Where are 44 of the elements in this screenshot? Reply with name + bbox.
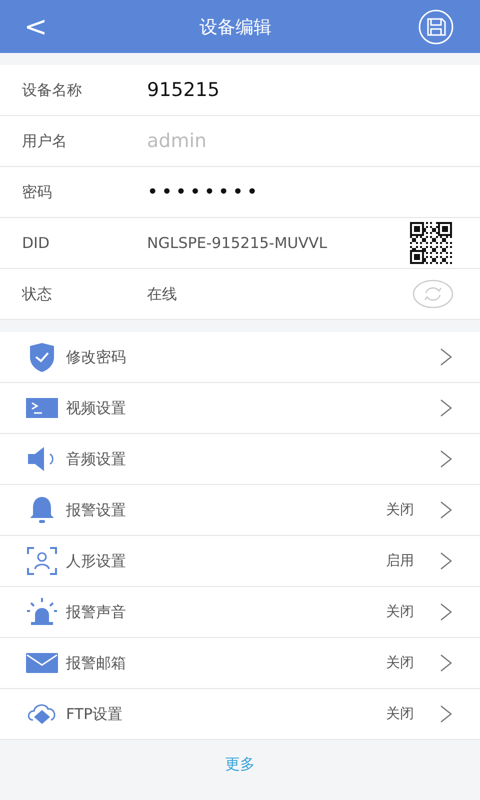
field-label: 用户名 [22,132,68,150]
device-id: NGLSPE-915215-MUVVL [147,234,328,252]
item-label: 报警邮箱 [66,654,127,672]
chevron-icon [440,399,452,417]
text-field[interactable]: 915215 [147,79,458,101]
chevron-icon [440,603,452,621]
item-status: 关闭 [386,654,414,672]
text-field[interactable]: admin [147,130,458,152]
item-label: 修改密码 [66,348,127,366]
settings-item[interactable]: FTP设置 关闭 [0,689,480,740]
chevron-icon [440,501,452,519]
item-label: FTP设置 [66,704,124,724]
item-status: 关闭 [386,705,414,723]
settings-item[interactable]: 报警设置 关闭 [0,485,480,536]
chevron-icon [440,552,452,570]
settings-item[interactable]: 修改密码 [0,332,480,383]
chevron-icon [440,348,452,366]
page-title: 设备编辑 [200,16,272,38]
settings-item[interactable]: 报警声音 关闭 [0,587,480,638]
item-label: 视频设置 [66,398,127,418]
status-value: 在线 [147,284,178,304]
alarm-light-icon [26,596,58,628]
settings-item[interactable]: 视频设置 [0,383,480,434]
item-label: 人形设置 [66,552,127,570]
back-button[interactable]: < [18,10,54,43]
chevron-icon [440,450,452,468]
field-label: 设备名称 [22,80,83,100]
item-status: 启用 [386,552,414,570]
field-label: DID [22,234,51,252]
password-field[interactable]: •••••••• [147,181,458,203]
item-label: 音频设置 [66,450,127,468]
field-label: 状态 [22,284,53,304]
field-label: 密码 [22,182,53,202]
item-status: 关闭 [386,501,414,519]
item-status: 关闭 [386,603,414,621]
person-frame-icon [26,545,58,577]
item-label: 报警设置 [66,500,127,520]
chevron-icon [440,705,452,723]
item-label: 报警声音 [66,602,127,622]
settings-item[interactable]: 报警邮箱 关闭 [0,638,480,689]
settings-item[interactable]: 人形设置 启用 [0,536,480,587]
settings-item[interactable]: 音频设置 [0,434,480,485]
chevron-icon [440,654,452,672]
save-icon[interactable] [418,8,454,44]
